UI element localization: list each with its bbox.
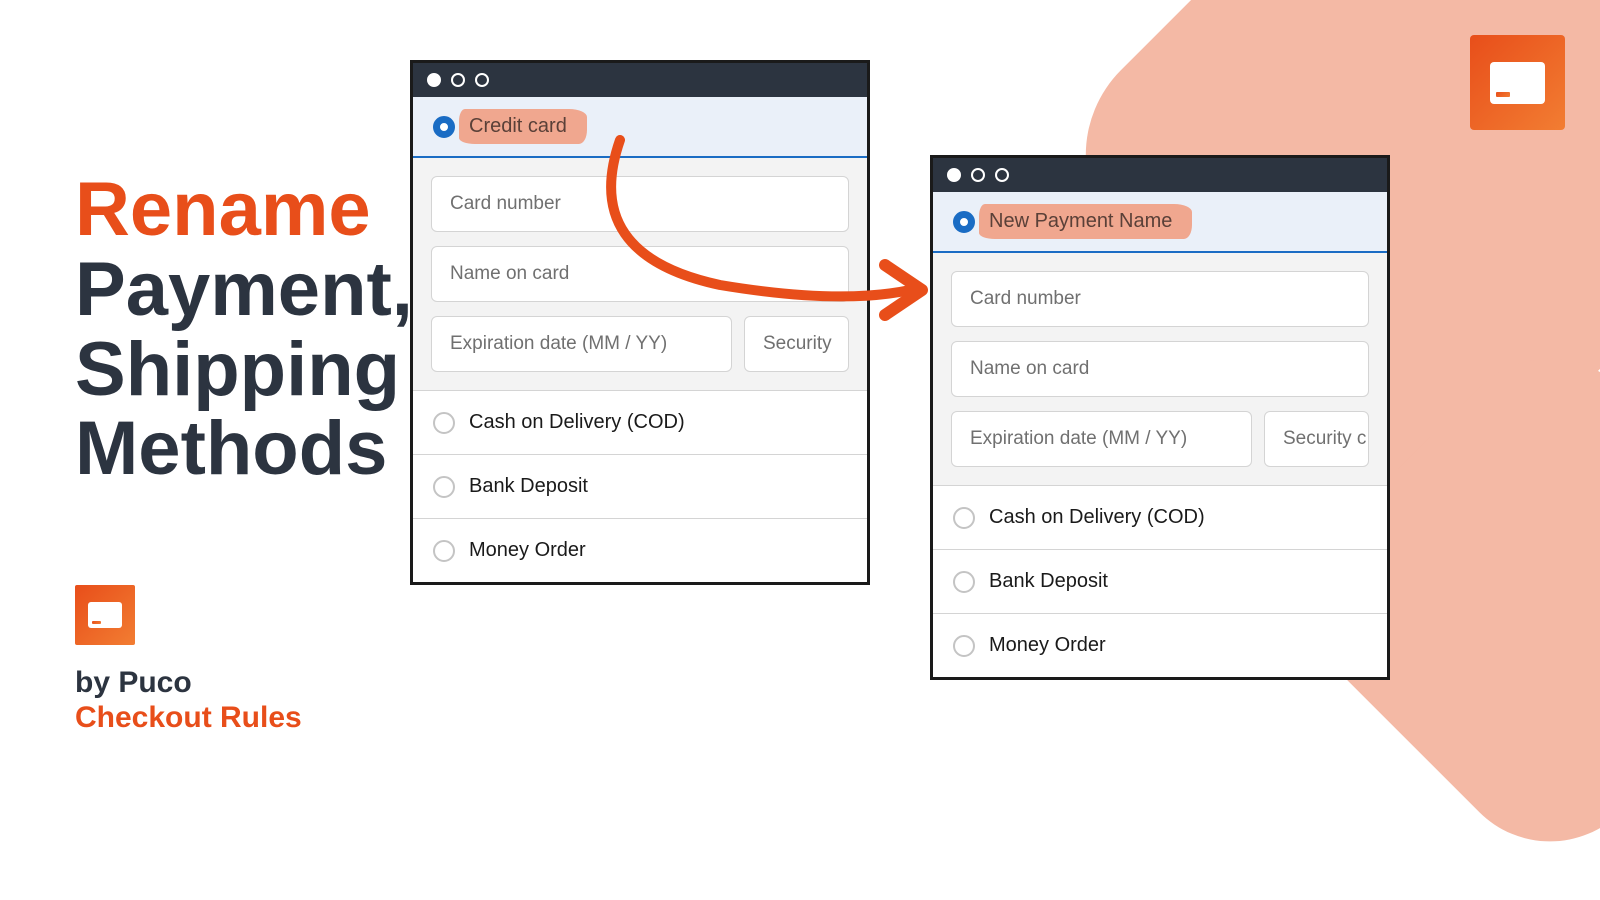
headline-payment: Payment, <box>75 250 413 330</box>
after-window: New Payment Name Card number Name on car… <box>930 155 1390 680</box>
method-label: Money Order <box>989 634 1106 657</box>
radio-empty-icon <box>953 507 975 529</box>
expiration-input[interactable]: Expiration date (MM / YY) <box>951 411 1252 467</box>
credit-card-icon <box>88 602 122 628</box>
method-label: Cash on Delivery (COD) <box>469 411 685 434</box>
payment-method-option[interactable]: Cash on Delivery (COD) <box>933 485 1387 549</box>
headline: Rename Payment, Shipping Methods <box>75 170 413 489</box>
window-dot-icon <box>971 168 985 182</box>
radio-empty-icon <box>433 540 455 562</box>
name-on-card-input[interactable]: Name on card <box>951 341 1369 397</box>
method-label: Money Order <box>469 539 586 562</box>
highlighted-label: New Payment Name <box>989 210 1172 233</box>
headline-shipping: Shipping <box>75 330 413 410</box>
branding-product: Checkout Rules <box>75 701 302 735</box>
window-dot-icon <box>995 168 1009 182</box>
radio-empty-icon <box>953 635 975 657</box>
branding-icon <box>75 585 135 645</box>
card-number-input[interactable]: Card number <box>951 271 1369 327</box>
payment-method-option[interactable]: Money Order <box>413 518 867 582</box>
payment-method-label: Credit card <box>469 115 567 138</box>
headline-rename: Rename <box>75 170 413 250</box>
window-dot-icon <box>427 73 441 87</box>
window-dot-icon <box>947 168 961 182</box>
payment-form: Card number Name on card Expiration date… <box>933 253 1387 485</box>
radio-selected-icon <box>953 211 975 233</box>
payment-form: Card number Name on card Expiration date… <box>413 158 867 390</box>
expiration-input[interactable]: Expiration date (MM / YY) <box>431 316 732 372</box>
corner-badge <box>1470 35 1565 130</box>
titlebar <box>413 63 867 97</box>
payment-method-option[interactable]: Bank Deposit <box>413 454 867 518</box>
security-input[interactable]: Security c <box>1264 411 1369 467</box>
radio-empty-icon <box>433 476 455 498</box>
selected-payment-method[interactable]: New Payment Name <box>933 192 1387 253</box>
credit-card-icon <box>1490 62 1545 104</box>
payment-method-option[interactable]: Bank Deposit <box>933 549 1387 613</box>
branding: by Puco Checkout Rules <box>75 585 302 735</box>
radio-empty-icon <box>433 412 455 434</box>
radio-selected-icon <box>433 116 455 138</box>
before-window: Credit card Card number Name on card Exp… <box>410 60 870 585</box>
payment-method-label: New Payment Name <box>989 210 1172 233</box>
highlighted-label: Credit card <box>469 115 567 138</box>
headline-methods: Methods <box>75 409 413 489</box>
window-dot-icon <box>475 73 489 87</box>
name-on-card-input[interactable]: Name on card <box>431 246 849 302</box>
titlebar <box>933 158 1387 192</box>
branding-by: by Puco <box>75 665 302 701</box>
radio-empty-icon <box>953 571 975 593</box>
payment-method-option[interactable]: Cash on Delivery (COD) <box>413 390 867 454</box>
method-label: Bank Deposit <box>469 475 588 498</box>
card-number-input[interactable]: Card number <box>431 176 849 232</box>
method-label: Cash on Delivery (COD) <box>989 506 1205 529</box>
selected-payment-method[interactable]: Credit card <box>413 97 867 158</box>
payment-method-option[interactable]: Money Order <box>933 613 1387 677</box>
window-dot-icon <box>451 73 465 87</box>
security-input[interactable]: Security <box>744 316 849 372</box>
method-label: Bank Deposit <box>989 570 1108 593</box>
